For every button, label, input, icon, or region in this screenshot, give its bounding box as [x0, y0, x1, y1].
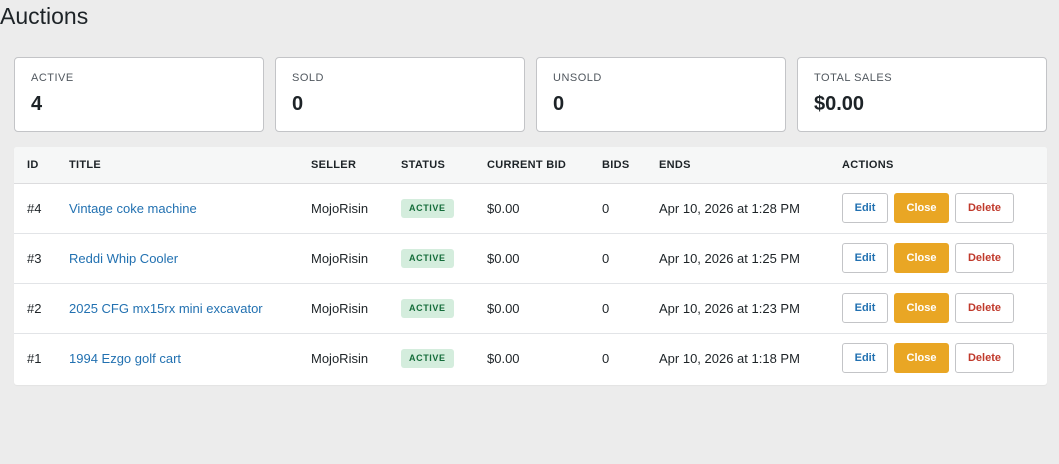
auction-title-link[interactable]: 2025 CFG mx15rx mini excavator	[69, 301, 263, 316]
column-header-ends[interactable]: ENDS	[646, 147, 829, 183]
close-button[interactable]: Close	[894, 243, 949, 273]
auctions-table-container: ID TITLE SELLER STATUS CURRENT BID BIDS …	[14, 147, 1047, 385]
stat-label: TOTAL SALES	[814, 72, 893, 84]
auction-bids: 0	[602, 200, 610, 216]
auction-ends: Apr 10, 2026 at 1:18 PM	[659, 350, 800, 366]
stat-value: 0	[553, 93, 565, 115]
auction-seller: MojoRisin	[311, 300, 369, 316]
stats-row: ACTIVE 4 SOLD 0 UNSOLD 0 TOTAL SALES $0.…	[14, 57, 1047, 132]
auction-seller: MojoRisin	[311, 250, 369, 266]
column-header-current-bid[interactable]: CURRENT BID	[474, 147, 589, 183]
status-badge: ACTIVE	[401, 298, 454, 318]
delete-button[interactable]: Delete	[955, 243, 1014, 273]
auction-bids: 0	[602, 300, 610, 316]
auction-id: #2	[27, 300, 42, 316]
edit-button[interactable]: Edit	[842, 193, 888, 223]
column-header-bids[interactable]: BIDS	[589, 147, 646, 183]
row-actions: Edit Close Delete	[842, 193, 1047, 223]
column-header-seller[interactable]: SELLER	[298, 147, 388, 183]
stat-card-active: ACTIVE 4	[14, 57, 264, 132]
table-header-row: ID TITLE SELLER STATUS CURRENT BID BIDS …	[14, 147, 1047, 183]
auction-seller: MojoRisin	[311, 200, 369, 216]
stat-card-total-sales: TOTAL SALES $0.00	[797, 57, 1047, 132]
stat-label: ACTIVE	[31, 72, 74, 84]
row-actions: Edit Close Delete	[842, 293, 1047, 323]
column-header-title[interactable]: TITLE	[56, 147, 298, 183]
auction-title-link[interactable]: Vintage coke machine	[69, 201, 197, 216]
table-row: #3 Reddi Whip Cooler MojoRisin ACTIVE $0…	[14, 233, 1047, 283]
status-badge: ACTIVE	[401, 248, 454, 268]
auction-seller: MojoRisin	[311, 350, 369, 366]
row-actions: Edit Close Delete	[842, 243, 1047, 273]
auction-title-link[interactable]: Reddi Whip Cooler	[69, 251, 178, 266]
column-header-actions: ACTIONS	[842, 158, 894, 171]
delete-button[interactable]: Delete	[955, 343, 1014, 374]
table-row: #4 Vintage coke machine MojoRisin ACTIVE…	[14, 183, 1047, 233]
close-button[interactable]: Close	[894, 193, 949, 223]
auction-current-bid: $0.00	[487, 300, 520, 316]
auction-current-bid: $0.00	[487, 200, 520, 216]
close-button[interactable]: Close	[894, 293, 949, 323]
auction-current-bid: $0.00	[487, 350, 520, 366]
stat-value: 4	[31, 93, 43, 115]
table-row: #2 2025 CFG mx15rx mini excavator MojoRi…	[14, 283, 1047, 333]
stat-label: SOLD	[292, 72, 324, 84]
delete-button[interactable]: Delete	[955, 193, 1014, 223]
stat-card-sold: SOLD 0	[275, 57, 525, 132]
auction-bids: 0	[602, 250, 610, 266]
auction-current-bid: $0.00	[487, 250, 520, 266]
stat-card-unsold: UNSOLD 0	[536, 57, 786, 132]
column-header-status[interactable]: STATUS	[388, 147, 474, 183]
edit-button[interactable]: Edit	[842, 243, 888, 273]
stat-value: $0.00	[814, 93, 865, 115]
auctions-table: ID TITLE SELLER STATUS CURRENT BID BIDS …	[14, 147, 1047, 383]
row-actions: Edit Close Delete	[842, 343, 1047, 374]
column-header-id[interactable]: ID	[14, 147, 56, 183]
page-title: Auctions	[0, 3, 89, 29]
table-row: #1 1994 Ezgo golf cart MojoRisin ACTIVE …	[14, 333, 1047, 383]
close-button[interactable]: Close	[894, 343, 949, 374]
delete-button[interactable]: Delete	[955, 293, 1014, 323]
status-badge: ACTIVE	[401, 198, 454, 218]
stat-label: UNSOLD	[553, 72, 602, 84]
edit-button[interactable]: Edit	[842, 343, 888, 374]
status-badge: ACTIVE	[401, 348, 454, 368]
auction-id: #3	[27, 250, 42, 266]
auction-bids: 0	[602, 350, 610, 366]
edit-button[interactable]: Edit	[842, 293, 888, 323]
auction-ends: Apr 10, 2026 at 1:25 PM	[659, 250, 800, 266]
auction-title-link[interactable]: 1994 Ezgo golf cart	[69, 351, 181, 366]
auction-ends: Apr 10, 2026 at 1:23 PM	[659, 300, 800, 316]
auction-ends: Apr 10, 2026 at 1:28 PM	[659, 200, 800, 216]
stat-value: 0	[292, 93, 304, 115]
auction-id: #1	[27, 350, 42, 366]
auction-id: #4	[27, 200, 42, 216]
